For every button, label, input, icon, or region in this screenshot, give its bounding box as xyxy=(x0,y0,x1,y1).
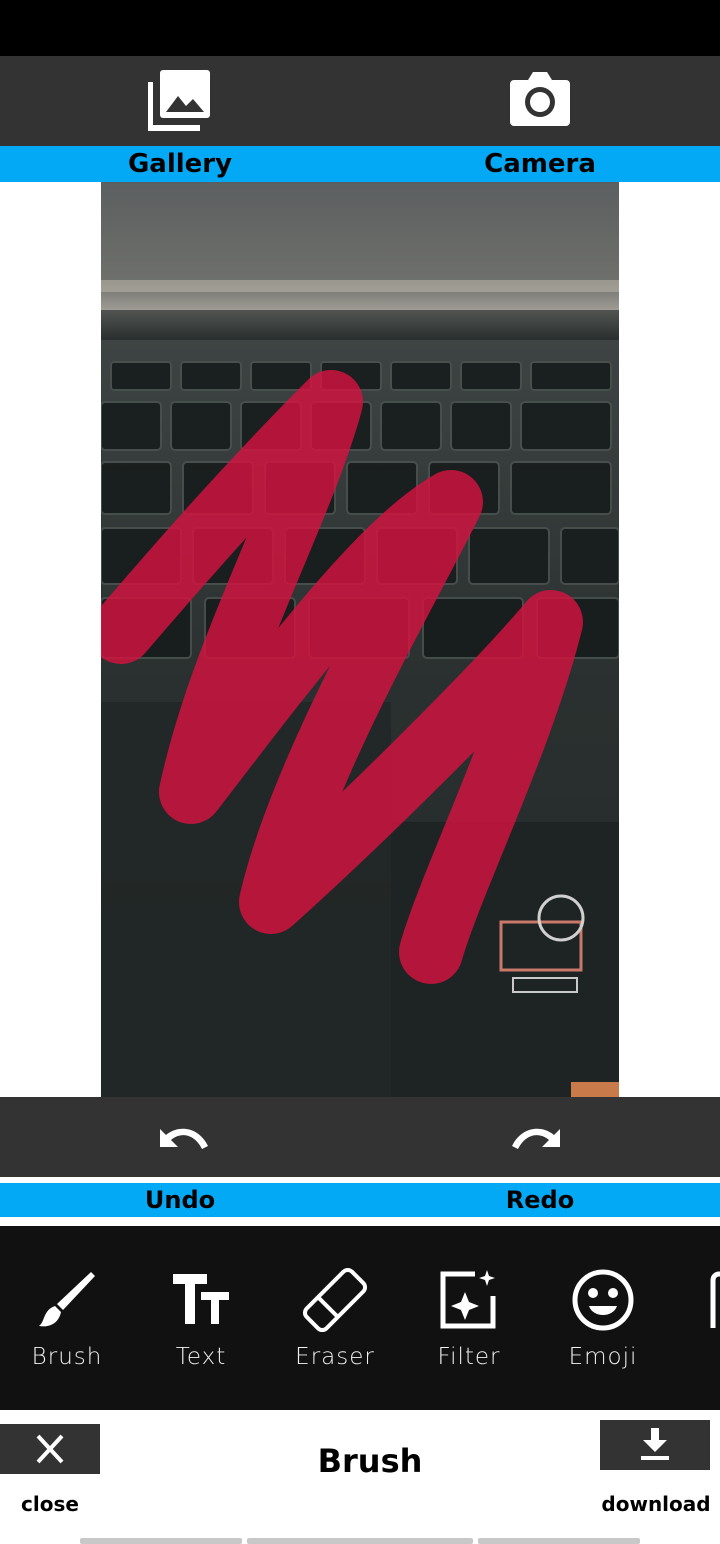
gallery-button[interactable]: Gallery xyxy=(0,56,360,182)
photo-library-icon xyxy=(148,70,210,131)
brush-icon xyxy=(39,1272,95,1327)
tool-label: Filter xyxy=(437,1344,501,1370)
tool-sticker[interactable]: St xyxy=(670,1226,720,1410)
camera-icon xyxy=(510,72,570,126)
undo-label: Undo xyxy=(144,1186,216,1214)
close-label: close xyxy=(21,1492,79,1516)
sticker-icon xyxy=(710,1271,720,1328)
tool-text[interactable]: Text xyxy=(134,1226,268,1410)
history-bar: Undo Redo xyxy=(0,1097,720,1223)
mode-title: Brush xyxy=(317,1442,423,1480)
tool-label: St xyxy=(670,1344,720,1370)
page-indicator xyxy=(478,1538,640,1544)
emoji-icon xyxy=(572,1269,634,1331)
tool-label: Text xyxy=(175,1344,227,1370)
tool-eraser[interactable]: Eraser xyxy=(268,1226,402,1410)
undo-icon xyxy=(160,1128,208,1149)
eraser-icon xyxy=(302,1267,368,1333)
text-icon xyxy=(173,1274,229,1324)
redo-button[interactable]: Redo xyxy=(360,1097,720,1223)
download-icon xyxy=(641,1428,669,1460)
gallery-label: Gallery xyxy=(127,149,233,179)
undo-button[interactable]: Undo xyxy=(0,1097,360,1223)
tool-label: Brush xyxy=(31,1344,103,1370)
top-toolbar: Gallery Camera xyxy=(0,56,720,182)
page-indicator xyxy=(80,1538,242,1544)
download-button[interactable] xyxy=(600,1420,710,1470)
bottom-bar: close Brush download xyxy=(0,1410,720,1544)
tool-emoji[interactable]: Emoji xyxy=(536,1226,670,1410)
drawing-canvas[interactable] xyxy=(0,182,720,1097)
camera-button[interactable]: Camera xyxy=(360,56,720,182)
photo-image xyxy=(101,182,619,1097)
tools-bar[interactable]: Brush Text Eraser Filter Emoji xyxy=(0,1226,720,1410)
tool-filter[interactable]: Filter xyxy=(402,1226,536,1410)
status-bar xyxy=(0,0,720,56)
camera-label: Camera xyxy=(484,149,596,179)
tool-label: Emoji xyxy=(568,1344,638,1370)
filter-icon xyxy=(440,1270,496,1329)
tool-brush[interactable]: Brush xyxy=(0,1226,134,1410)
download-label: download xyxy=(601,1492,711,1516)
redo-icon xyxy=(512,1128,560,1149)
tool-label: Eraser xyxy=(295,1344,375,1370)
close-icon xyxy=(36,1434,64,1464)
page-indicator xyxy=(247,1538,473,1544)
redo-label: Redo xyxy=(505,1186,575,1214)
close-button[interactable] xyxy=(0,1424,100,1474)
